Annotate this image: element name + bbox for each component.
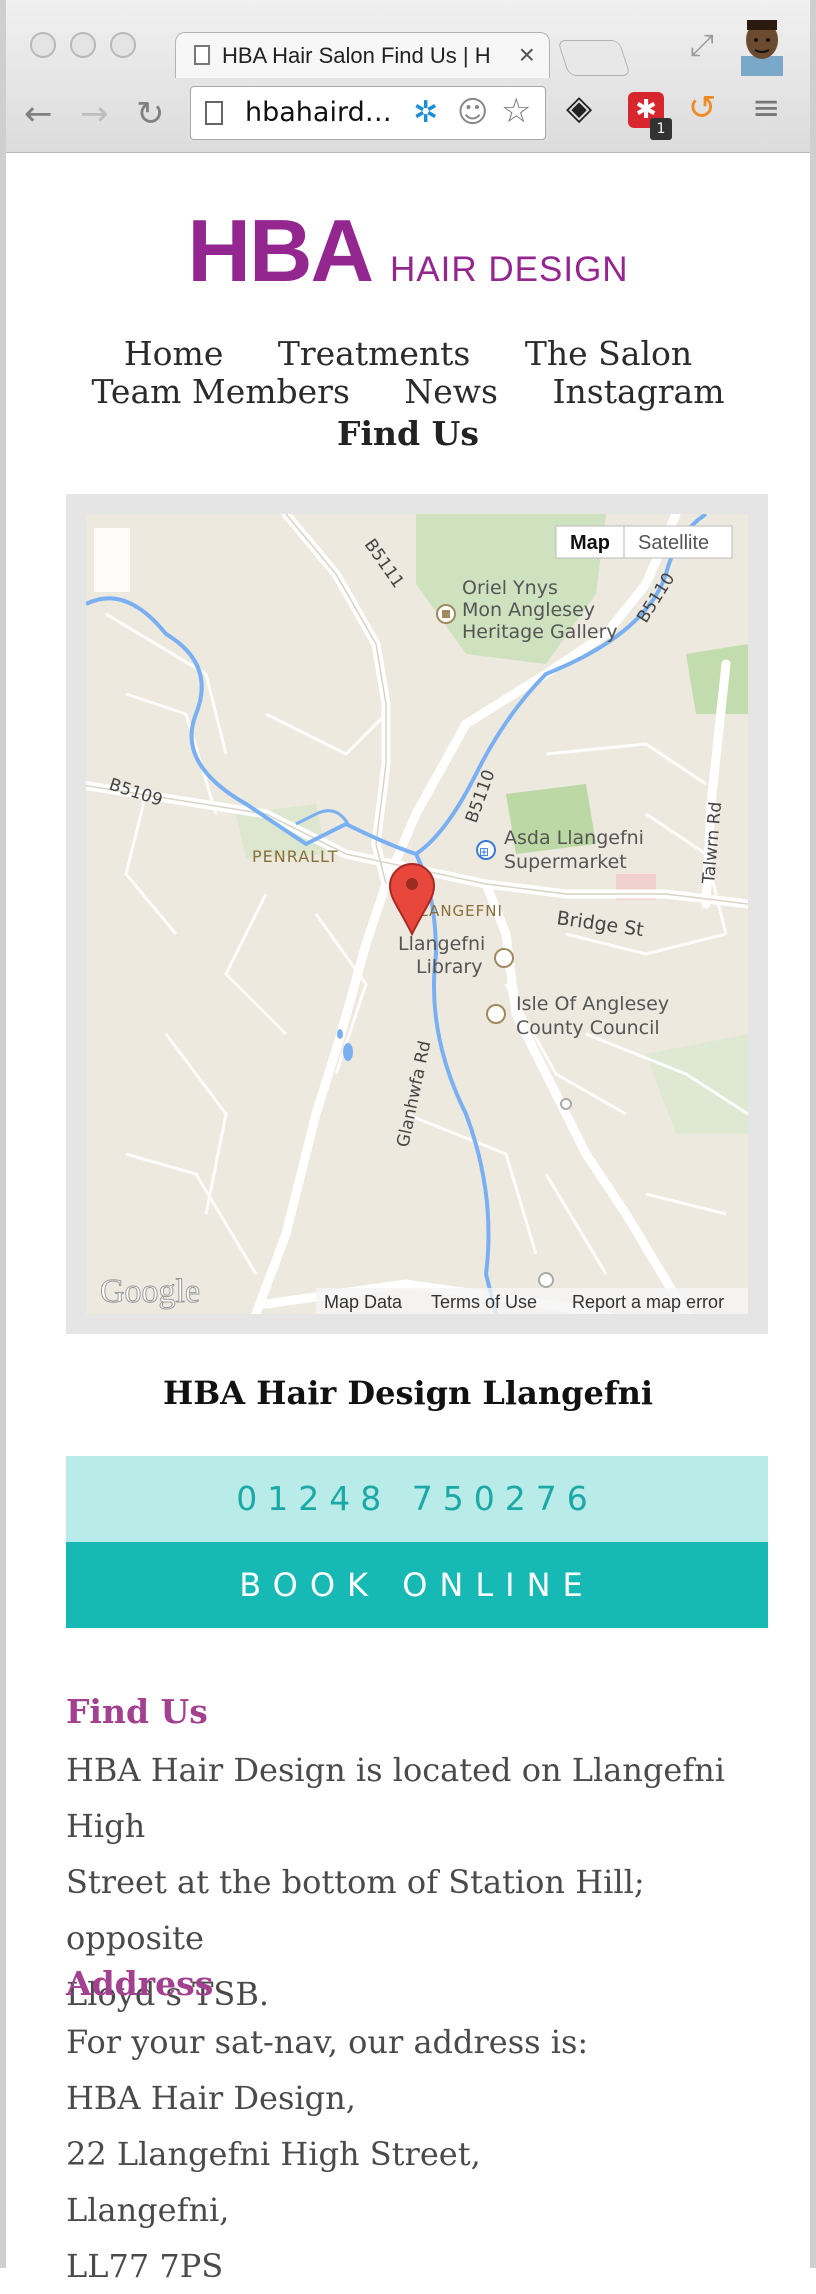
tab-close-icon[interactable]: ×: [519, 39, 535, 71]
book-online-button[interactable]: BOOK ONLINE: [66, 1542, 768, 1628]
address-line: LL77 7PS: [66, 2247, 224, 2285]
poi-library-line2: Library: [416, 956, 482, 978]
find-us-line: HBA Hair Design is located on Llangefni …: [66, 1751, 726, 1845]
address-line: HBA Hair Design,: [66, 2079, 356, 2117]
address-line: Llangefni,: [66, 2191, 230, 2229]
nav-the-salon[interactable]: The Salon: [525, 334, 692, 373]
find-us-heading: Find Us: [66, 1692, 208, 1731]
minimize-window-button[interactable]: [70, 32, 96, 58]
poi-supermarket-line2: Supermarket: [504, 851, 627, 873]
salon-name: HBA Hair Design Llangefni: [162, 1374, 653, 1412]
place-penrallt: PENRALLT: [252, 847, 339, 866]
page-icon: [205, 101, 223, 125]
site-logo[interactable]: HBA HAIR DESIGN: [0, 200, 816, 302]
nav-find-us[interactable]: Find Us: [337, 414, 479, 453]
nav-team-members[interactable]: Team Members: [91, 372, 349, 411]
zoom-window-button[interactable]: [110, 32, 136, 58]
poi-council-line2: County Council: [516, 1017, 660, 1039]
reddit-extension-icon[interactable]: ☺: [457, 95, 488, 130]
profile-avatar-icon[interactable]: [737, 16, 787, 76]
nav-treatments[interactable]: Treatments: [278, 334, 471, 373]
forward-icon[interactable]: →: [80, 94, 109, 134]
poi-gallery-line1: Oriel Ynys: [462, 577, 558, 599]
url-text[interactable]: hbahaird…: [245, 97, 392, 128]
map-type-satellite-button[interactable]: Satellite: [638, 532, 709, 554]
google-logo[interactable]: Google: [100, 1273, 201, 1311]
page-icon: [194, 45, 210, 65]
address-bar[interactable]: hbahaird… ✲ ☺ ☆: [190, 86, 546, 140]
nav-instagram[interactable]: Instagram: [552, 372, 724, 411]
reload-icon[interactable]: ↻: [136, 94, 165, 134]
report-map-error-link[interactable]: Report a map error: [572, 1292, 724, 1312]
network-extension-icon[interactable]: ✲: [413, 95, 438, 130]
bookmark-star-icon[interactable]: ☆: [501, 91, 531, 131]
svg-text:⊞: ⊞: [479, 845, 489, 859]
nav-home[interactable]: Home: [124, 334, 223, 373]
fullscreen-icon[interactable]: ⤢: [690, 28, 714, 63]
map-type-control[interactable]: Map Satellite: [555, 525, 733, 559]
zoom-control[interactable]: [94, 528, 130, 592]
map-type-map-button[interactable]: Map: [570, 532, 610, 554]
poi-gallery-line3: Heritage Gallery: [462, 621, 618, 643]
browser-tab[interactable]: HBA Hair Salon Find Us | HBA ×: [175, 32, 550, 78]
address-line: For your sat-nav, our address is:: [66, 2023, 589, 2061]
logo-secondary: HAIR DESIGN: [390, 250, 629, 289]
address-heading: Address: [66, 1964, 214, 2003]
poi-supermarket-line1: Asda Llangefni: [504, 827, 644, 849]
find-us-line: Street at the bottom of Station Hill; op…: [66, 1863, 645, 1957]
poi-gallery-line2: Mon Anglesey: [462, 599, 595, 621]
extension-badge: 1: [650, 118, 672, 140]
map-canvas[interactable]: B5111 B5110 B5110 B5109 Talwrn Rd Bridge…: [86, 514, 748, 1314]
address-line: 22 Llangefni High Street,: [66, 2135, 481, 2173]
nav-news[interactable]: News: [404, 372, 498, 411]
map-data-link[interactable]: Map Data: [324, 1292, 403, 1312]
logo-primary: HBA: [187, 201, 374, 300]
poi-library-line1: Llangefni: [398, 933, 485, 955]
map-embed[interactable]: B5111 B5110 B5110 B5109 Talwrn Rd Bridge…: [66, 494, 768, 1334]
poi-council-line1: Isle Of Anglesey: [516, 993, 669, 1015]
back-icon[interactable]: ←: [24, 94, 53, 134]
browser-chrome: HBA Hair Salon Find Us | HBA × ⤢ ← → ↻ h…: [0, 0, 816, 153]
terms-of-use-link[interactable]: Terms of Use: [431, 1292, 537, 1312]
close-window-button[interactable]: [30, 32, 56, 58]
refresh-ring-icon[interactable]: ↺: [688, 88, 717, 128]
menu-icon[interactable]: ≡: [752, 88, 781, 128]
address-text: For your sat-nav, our address is: HBA Ha…: [66, 2014, 766, 2294]
new-tab-button[interactable]: [557, 40, 631, 76]
layers-icon[interactable]: ◈: [566, 88, 592, 128]
tab-title: HBA Hair Salon Find Us | HBA: [222, 43, 492, 68]
phone-button[interactable]: 01248 750276: [66, 1456, 768, 1542]
